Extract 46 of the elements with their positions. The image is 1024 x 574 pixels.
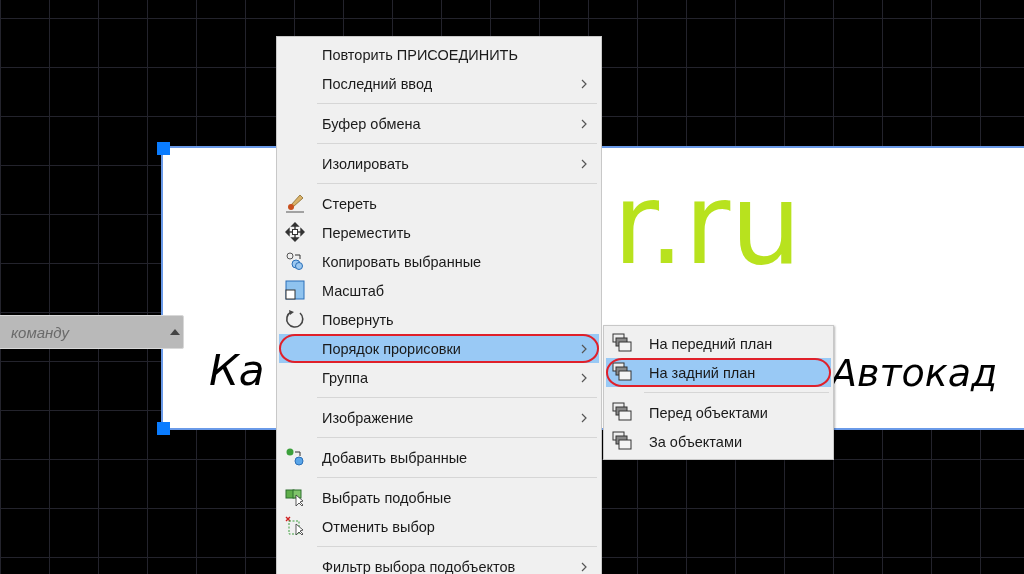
add-circles-icon — [285, 447, 305, 467]
selection-grip[interactable] — [157, 422, 170, 435]
menu-item[interactable]: Перед объектами — [606, 398, 831, 427]
move-arrows-icon — [285, 222, 305, 242]
layers-icon — [612, 431, 632, 451]
menu-item[interactable]: Группа — [279, 363, 599, 392]
menu-item[interactable]: Стереть — [279, 189, 599, 218]
menu-item[interactable]: Порядок прорисовки — [279, 334, 599, 363]
menu-item[interactable]: Фильтр выбора подобъектов — [279, 552, 599, 574]
copy-circles-icon — [285, 251, 305, 271]
menu-item[interactable]: На задний план — [606, 358, 831, 387]
menu-item[interactable]: Масштаб — [279, 276, 599, 305]
command-line-field[interactable]: команду — [0, 315, 184, 349]
menu-item[interactable]: Изолировать — [279, 149, 599, 178]
rotate-icon — [285, 309, 305, 329]
layers-icon — [612, 362, 632, 382]
menu-item[interactable]: Изображение — [279, 403, 599, 432]
menu-item[interactable]: Повторить ПРИСОЕДИНИТЬ — [279, 40, 599, 69]
menu-item[interactable]: Отменить выбор — [279, 512, 599, 541]
chevron-right-icon — [581, 119, 587, 129]
chevron-right-icon — [581, 413, 587, 423]
menu-item[interactable]: Выбрать подобные — [279, 483, 599, 512]
eraser-brush-icon — [285, 193, 305, 213]
select-similar-icon — [285, 487, 305, 507]
deselect-icon — [285, 516, 305, 536]
menu-item[interactable]: Переместить — [279, 218, 599, 247]
layers-icon — [612, 333, 632, 353]
menu-item[interactable]: Буфер обмена — [279, 109, 599, 138]
caption-text: Автокад — [831, 354, 998, 392]
scale-squares-icon — [285, 280, 305, 300]
domain-text: r.ru — [613, 168, 802, 280]
chevron-right-icon — [581, 562, 587, 572]
chevron-right-icon — [581, 159, 587, 169]
menu-item[interactable]: Последний ввод — [279, 69, 599, 98]
chevron-right-icon — [581, 344, 587, 354]
menu-item[interactable]: За объектами — [606, 427, 831, 456]
chevron-right-icon — [581, 79, 587, 89]
caret-up-icon[interactable] — [170, 329, 180, 335]
layers-icon — [612, 402, 632, 422]
menu-item[interactable]: Повернуть — [279, 305, 599, 334]
menu-item[interactable]: Добавить выбранные — [279, 443, 599, 472]
chevron-right-icon — [581, 373, 587, 383]
selection-grip[interactable] — [157, 142, 170, 155]
menu-item[interactable]: Копировать выбранные — [279, 247, 599, 276]
caption-text: Ка — [209, 350, 265, 392]
menu-item[interactable]: На передний план — [606, 329, 831, 358]
